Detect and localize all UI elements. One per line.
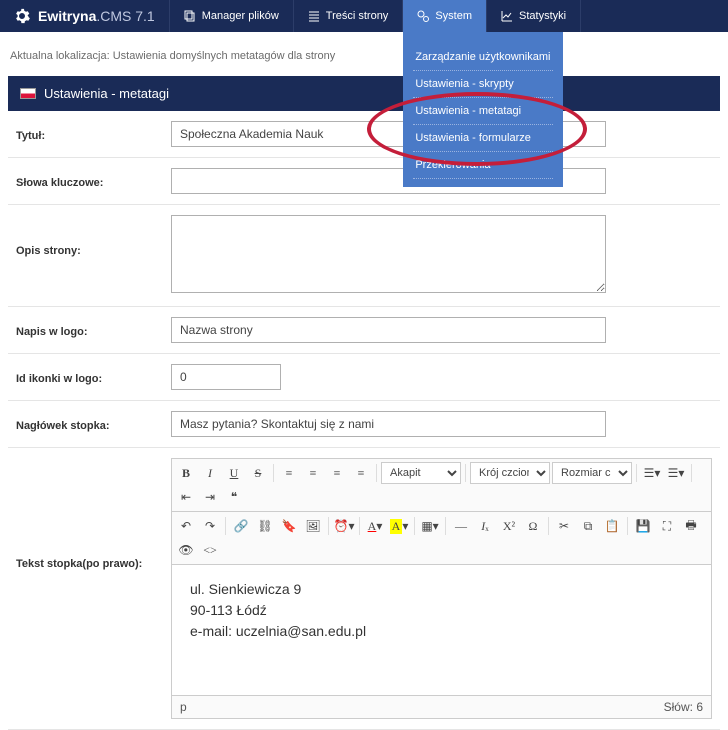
nav-files[interactable]: Manager plików — [170, 0, 294, 32]
table-icon[interactable]: ▦▾ — [419, 515, 441, 537]
nav-content[interactable]: Treści strony — [294, 0, 404, 32]
paste-icon[interactable]: 📋 — [601, 515, 623, 537]
flag-icon — [20, 88, 36, 99]
bullet-list-icon[interactable]: ☰▾ — [641, 462, 663, 484]
underline-icon[interactable]: U — [223, 462, 245, 484]
bold-icon[interactable]: B — [175, 462, 197, 484]
source-icon[interactable]: <> — [199, 539, 221, 561]
cogs-icon — [417, 10, 429, 22]
editor-content[interactable]: ul. Sienkiewicza 9 90-113 Łódź e-mail: u… — [172, 565, 711, 695]
special-char-icon[interactable]: Ω — [522, 515, 544, 537]
label-footer-text: Tekst stopka(po prawo): — [16, 458, 171, 570]
row-icon-id: Id ikonki w logo: — [8, 354, 720, 401]
footer-line-2: 90-113 Łódź — [190, 600, 693, 621]
fullscreen-icon[interactable]: ⛶ — [656, 515, 678, 537]
align-left-icon[interactable]: ≡ — [278, 462, 300, 484]
row-description: Opis strony: — [8, 205, 720, 307]
indent-icon[interactable]: ⇥ — [199, 486, 221, 508]
undo-icon[interactable]: ↶ — [175, 515, 197, 537]
outdent-icon[interactable]: ⇤ — [175, 486, 197, 508]
editor-footer: p Słów: 6 — [172, 695, 711, 718]
time-icon[interactable]: ⏰▾ — [333, 515, 355, 537]
label-keywords: Słowa kluczowe: — [16, 174, 171, 189]
row-logo-text: Napis w logo: — [8, 307, 720, 354]
cut-icon[interactable]: ✂ — [553, 515, 575, 537]
row-footer-header: Nagłówek stopka: — [8, 401, 720, 448]
align-justify-icon[interactable]: ≡ — [350, 462, 372, 484]
row-keywords: Słowa kluczowe: — [8, 158, 720, 205]
text-color-icon[interactable]: A▾ — [364, 515, 386, 537]
input-footer-header[interactable] — [171, 411, 606, 437]
label-title: Tytuł: — [16, 127, 171, 142]
unlink-icon[interactable]: ⛓ — [254, 515, 276, 537]
row-footer-text: Tekst stopka(po prawo): B I U S ≡ ≡ ≡ ≡ … — [8, 448, 720, 730]
brand-logo: Ewitryna.CMS 7.1 — [0, 0, 170, 32]
link-icon[interactable]: 🔗 — [230, 515, 252, 537]
save-icon[interactable]: 💾 — [632, 515, 654, 537]
copy-icon[interactable]: ⧉ — [577, 515, 599, 537]
nav-system[interactable]: System Zarządzanie użytkownikami Ustawie… — [403, 0, 487, 32]
size-select[interactable]: Rozmiar c... — [552, 462, 632, 484]
italic-icon[interactable]: I — [199, 462, 221, 484]
section-header: Ustawienia - metatagi — [8, 76, 720, 111]
input-icon-id[interactable] — [171, 364, 281, 390]
dropdown-scripts[interactable]: Ustawienia - skrypty — [413, 71, 553, 98]
footer-line-1: ul. Sienkiewicza 9 — [190, 579, 693, 600]
rich-text-editor: B I U S ≡ ≡ ≡ ≡ Akapit Krój czcionki Roz… — [171, 458, 712, 719]
section-title: Ustawienia - metatagi — [44, 86, 169, 101]
preview-icon[interactable]: 👁 — [175, 539, 197, 561]
number-list-icon[interactable]: ☰▾ — [665, 462, 687, 484]
dropdown-metatags[interactable]: Ustawienia - metatagi — [413, 98, 553, 125]
copy-icon — [184, 10, 196, 22]
footer-line-3: e-mail: uczelnia@san.edu.pl — [190, 621, 693, 642]
label-description: Opis strony: — [16, 215, 171, 257]
hr-icon[interactable]: — — [450, 515, 472, 537]
dropdown-redirects[interactable]: Przekierowania — [413, 152, 553, 179]
anchor-icon[interactable]: 🔖 — [278, 515, 300, 537]
image-icon[interactable]: 🖼 — [302, 515, 324, 537]
editor-path[interactable]: p — [180, 700, 187, 714]
redo-icon[interactable]: ↷ — [199, 515, 221, 537]
list-icon — [308, 10, 320, 22]
top-navigation: Ewitryna.CMS 7.1 Manager plików Treści s… — [0, 0, 728, 32]
editor-toolbar-1: B I U S ≡ ≡ ≡ ≡ Akapit Krój czcionki Roz… — [172, 459, 711, 512]
nav-stats[interactable]: Statystyki — [487, 0, 581, 32]
format-select[interactable]: Akapit — [381, 462, 461, 484]
label-icon-id: Id ikonki w logo: — [16, 370, 171, 385]
print-icon[interactable]: 🖶 — [680, 515, 702, 537]
row-title: Tytuł: — [8, 111, 720, 158]
subscript-icon[interactable]: X² — [498, 515, 520, 537]
blockquote-icon[interactable]: ❝ — [223, 486, 245, 508]
input-logo-text[interactable] — [171, 317, 606, 343]
bg-color-icon[interactable]: A▾ — [388, 515, 410, 537]
label-footer-header: Nagłówek stopka: — [16, 417, 171, 432]
dropdown-forms[interactable]: Ustawienia - formularze — [413, 125, 553, 152]
strikethrough-icon[interactable]: S — [247, 462, 269, 484]
editor-toolbar-2: ↶ ↷ 🔗 ⛓ 🔖 🖼 ⏰▾ A▾ A▾ ▦▾ — Iₓ — [172, 512, 711, 565]
gear-icon — [14, 8, 30, 24]
label-logo-text: Napis w logo: — [16, 323, 171, 338]
brand-name-light: .CMS 7.1 — [96, 8, 154, 24]
editor-word-count: Słów: 6 — [664, 700, 703, 714]
system-dropdown: Zarządzanie użytkownikami Ustawienia - s… — [403, 32, 563, 187]
breadcrumb: Aktualna lokalizacja: Ustawienia domyśln… — [0, 32, 728, 76]
settings-form: Tytuł: Słowa kluczowe: Opis strony: Napi… — [8, 111, 720, 730]
clear-format-icon[interactable]: Iₓ — [474, 515, 496, 537]
brand-name-bold: Ewitryna — [38, 8, 96, 24]
font-select[interactable]: Krój czcionki — [470, 462, 550, 484]
align-right-icon[interactable]: ≡ — [326, 462, 348, 484]
chart-icon — [501, 10, 513, 22]
align-center-icon[interactable]: ≡ — [302, 462, 324, 484]
dropdown-users[interactable]: Zarządzanie użytkownikami — [413, 44, 553, 71]
input-description[interactable] — [171, 215, 606, 293]
